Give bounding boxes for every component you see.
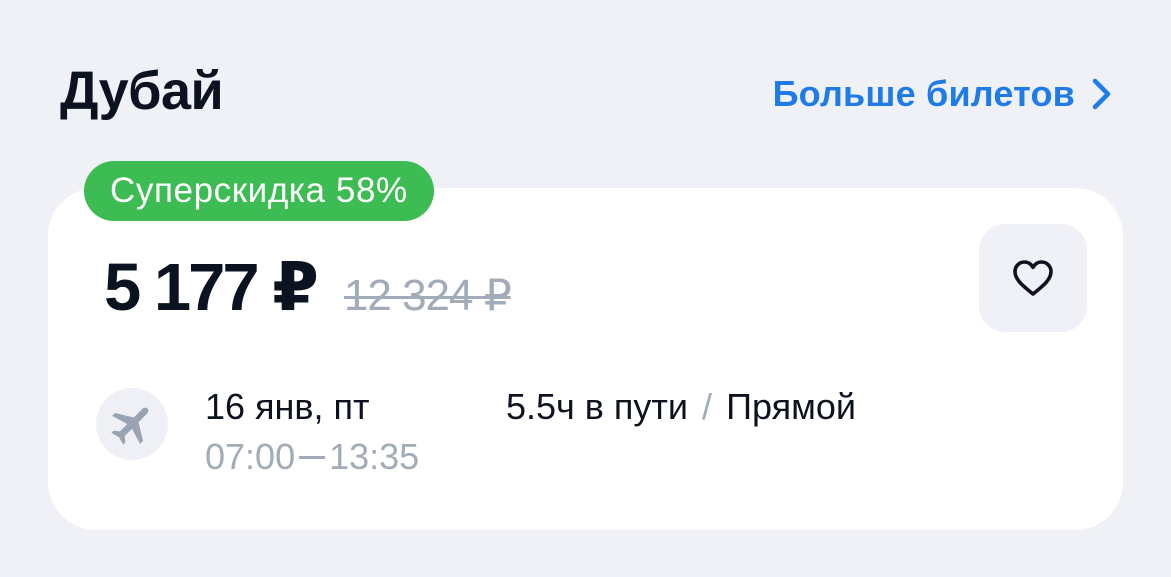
time-dash	[299, 455, 326, 459]
time-range: 07:00 13:35	[205, 436, 419, 478]
flight-icon-badge	[96, 388, 168, 460]
departure-date: 16 янв, пт	[205, 386, 370, 427]
info-separator: /	[702, 386, 713, 427]
ticket-card[interactable]	[48, 188, 1123, 530]
departure-time: 07:00	[205, 436, 296, 477]
page-title: Дубай	[60, 61, 224, 121]
flight-info: 5.5ч в пути / Прямой	[506, 386, 856, 428]
current-price: 5 177 ₽	[104, 250, 319, 325]
plane-icon	[111, 407, 149, 445]
discount-badge: Суперскидка 58%	[84, 161, 434, 221]
favorite-button[interactable]	[979, 224, 1087, 332]
more-tickets-label: Больше билетов	[772, 73, 1075, 114]
more-tickets-link[interactable]: Больше билетов	[773, 72, 1113, 116]
heart-icon	[1013, 260, 1053, 296]
price-row: 5 177 ₽ 12 324 ₽	[104, 250, 512, 326]
flight-duration: 5.5ч в пути	[506, 386, 689, 427]
arrival-time: 13:35	[329, 436, 420, 477]
flight-stops: Прямой	[726, 386, 856, 427]
section-header: Дубай Больше билетов	[60, 58, 1113, 128]
chevron-right-icon	[1092, 78, 1111, 110]
old-price: 12 324 ₽	[343, 271, 512, 320]
